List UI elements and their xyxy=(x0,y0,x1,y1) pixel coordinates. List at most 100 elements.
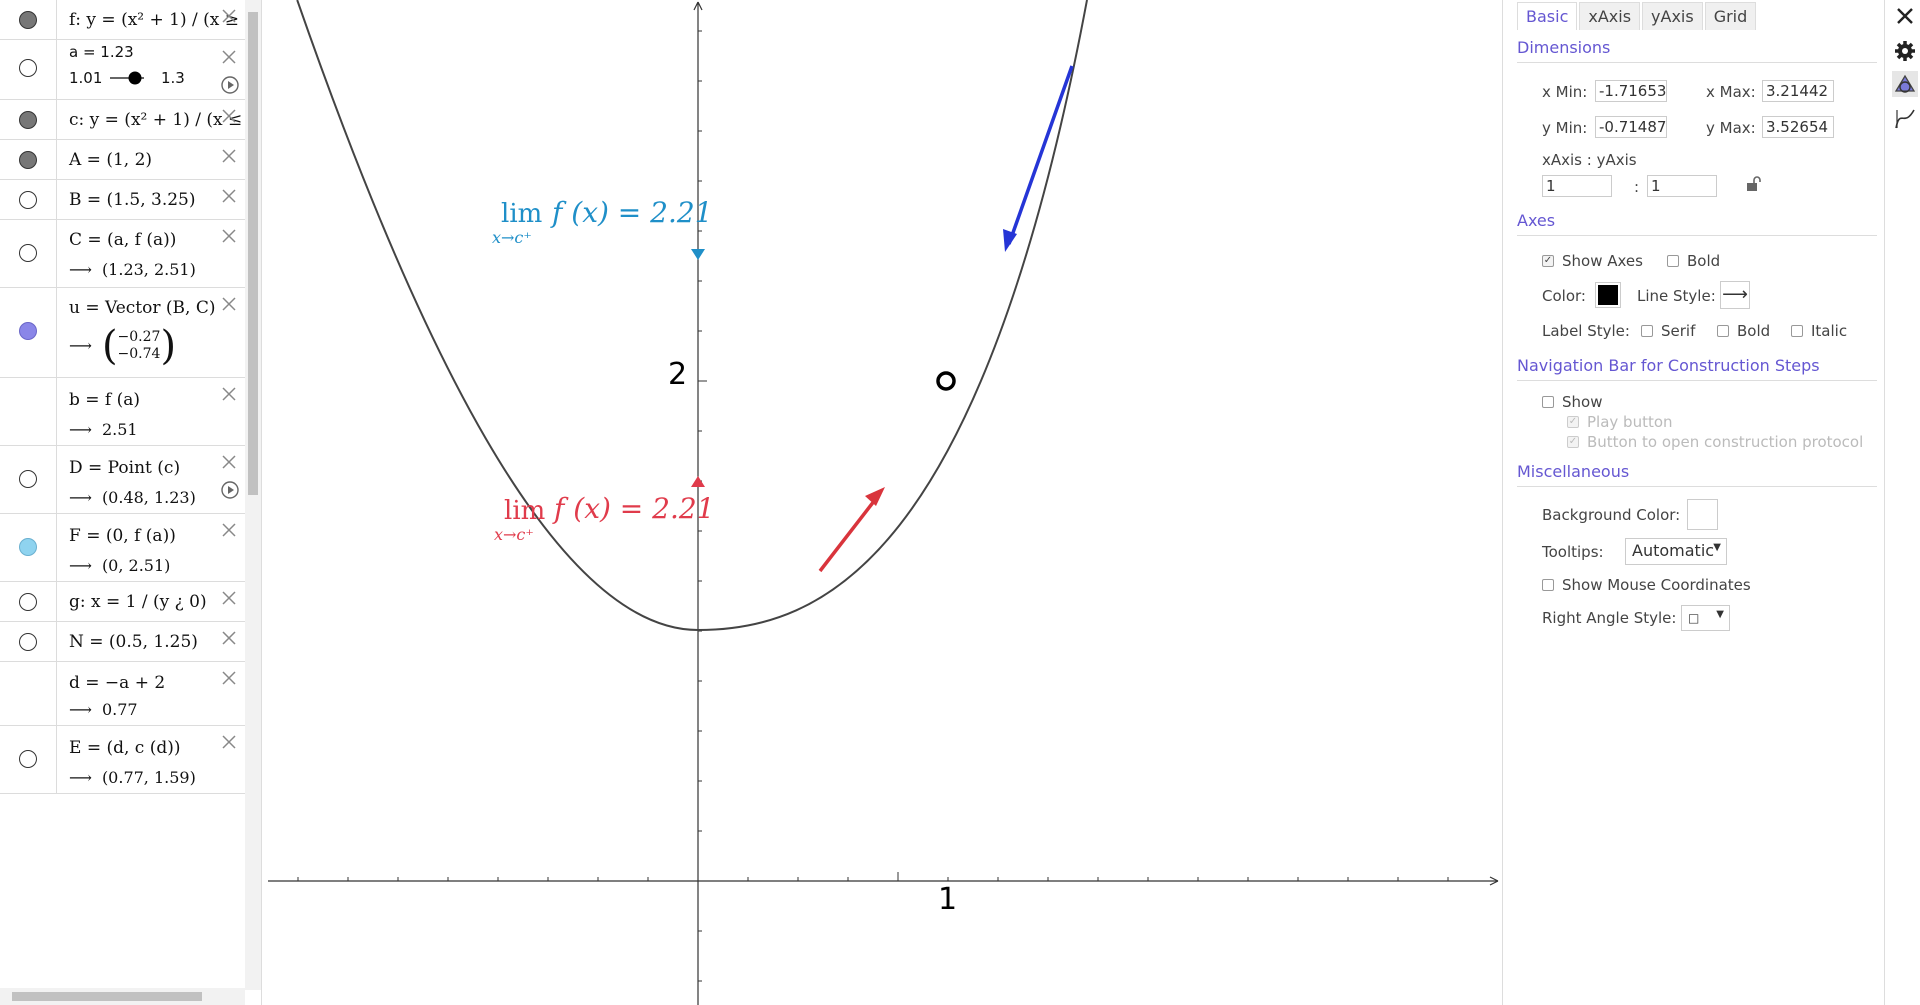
background-color-swatch[interactable] xyxy=(1687,499,1718,530)
x-max-field[interactable]: 3.21442 xyxy=(1762,80,1834,102)
algebra-row-d[interactable]: d = −a + 2 ⟶ 0.77 xyxy=(0,662,245,726)
algebra-row-f[interactable]: f: y = (x² + 1) / (x ≥ 1 xyxy=(0,0,255,40)
visibility-marble[interactable] xyxy=(19,470,37,488)
delete-icon[interactable] xyxy=(221,670,237,686)
algebra-row-A[interactable]: A = (1, 2) xyxy=(0,140,245,180)
vector-u-blue[interactable] xyxy=(1007,65,1074,245)
delete-icon[interactable] xyxy=(221,188,237,204)
algebra-row-u[interactable]: u = Vector (B, C) ⟶ (−0.27 −0.74) xyxy=(0,288,245,378)
algebra-definition[interactable]: u = Vector (B, C) xyxy=(69,298,215,318)
visibility-marble[interactable] xyxy=(19,151,37,169)
algebra-row-D[interactable]: D = Point (c) ⟶ (0.48, 1.23) xyxy=(0,446,245,514)
algebra-row-C[interactable]: C = (a, f (a)) ⟶ (1.23, 2.51) xyxy=(0,220,245,288)
y-max-label: y Max: xyxy=(1706,119,1756,137)
delete-icon[interactable] xyxy=(221,296,237,312)
limit-label-top[interactable]: lim x→c⁺ f (x) = 2.21 xyxy=(492,196,713,256)
delete-icon[interactable] xyxy=(221,49,237,65)
tooltips-dropdown[interactable]: Automatic ▼ xyxy=(1625,538,1727,565)
tab-basic[interactable]: Basic xyxy=(1517,2,1578,30)
ratio-y-field[interactable]: 1 xyxy=(1647,175,1717,197)
algebra-definition[interactable]: b = f (a) xyxy=(69,390,140,410)
visibility-marble[interactable] xyxy=(19,593,37,611)
gear-icon[interactable] xyxy=(1892,38,1918,64)
y-min-field[interactable]: -0.71487 xyxy=(1595,116,1667,138)
slider-track[interactable] xyxy=(108,70,148,86)
delete-icon[interactable] xyxy=(221,386,237,402)
play-icon[interactable] xyxy=(220,480,240,500)
unlock-icon[interactable] xyxy=(1744,175,1762,193)
algebra-horizontal-scrollbar[interactable] xyxy=(0,988,245,1005)
algebra-definition[interactable]: D = Point (c) xyxy=(69,458,180,478)
ratio-x-field[interactable]: 1 xyxy=(1542,175,1612,197)
visibility-marble[interactable] xyxy=(19,11,37,29)
delete-icon[interactable] xyxy=(221,454,237,470)
right-angle-style-dropdown[interactable]: □ ▼ xyxy=(1681,605,1730,631)
lim-text: lim xyxy=(504,496,546,526)
graphics-canvas[interactable] xyxy=(262,0,1502,1005)
visibility-marble[interactable] xyxy=(19,633,37,651)
tab-xaxis[interactable]: xAxis xyxy=(1579,2,1641,30)
tab-yaxis[interactable]: yAxis xyxy=(1642,2,1703,30)
show-navbar-checkbox[interactable] xyxy=(1542,396,1554,408)
algebra-definition[interactable]: d = −a + 2 xyxy=(69,673,165,693)
show-mouse-coords-checkbox[interactable] xyxy=(1542,579,1554,591)
algebra-row-E[interactable]: E = (d, c (d)) ⟶ (0.77, 1.59) xyxy=(0,726,245,794)
delete-icon[interactable] xyxy=(221,228,237,244)
algebra-value-text: (0.77, 1.59) xyxy=(101,768,196,787)
visibility-marble[interactable] xyxy=(19,59,37,77)
algebra-definition[interactable]: g: x = 1 / (y ¿ 0) xyxy=(69,592,207,612)
algebra-row-g[interactable]: g: x = 1 / (y ¿ 0) xyxy=(0,582,245,622)
delete-icon[interactable] xyxy=(221,630,237,646)
x-min-field[interactable]: -1.71653 xyxy=(1595,80,1667,102)
algebra-definition[interactable]: N = (0.5, 1.25) xyxy=(69,632,198,652)
algebra-row-F[interactable]: F = (0, f (a)) ⟶ (0, 2.51) xyxy=(0,514,245,582)
visibility-marble[interactable] xyxy=(19,750,37,768)
delete-icon[interactable] xyxy=(221,734,237,750)
y-max-field[interactable]: 3.52654 xyxy=(1762,116,1834,138)
graphics-properties-panel: Basic xAxis yAxis Grid Dimensions x Min:… xyxy=(1502,0,1920,1005)
algebra-definition[interactable]: A = (1, 2) xyxy=(69,150,152,170)
play-button-checkbox[interactable]: ✓ xyxy=(1567,416,1579,428)
algebra-row-c[interactable]: c: y = (x² + 1) / (x ≤ 1 xyxy=(0,100,258,140)
algebra-definition[interactable]: E = (d, c (d)) xyxy=(69,738,181,758)
visibility-marble[interactable] xyxy=(19,191,37,209)
tab-grid[interactable]: Grid xyxy=(1704,2,1757,30)
bold-axes-checkbox[interactable] xyxy=(1667,255,1679,267)
visibility-marble[interactable] xyxy=(19,244,37,262)
bold-label-checkbox[interactable] xyxy=(1717,325,1729,337)
algebra-definition[interactable]: a = 1.23 xyxy=(69,43,134,61)
graphics-settings-icon[interactable] xyxy=(1892,71,1918,97)
graphics-view[interactable]: 2 1 lim x→c⁺ f (x) = 2.21 lim x→c⁺ f (x)… xyxy=(262,0,1502,1005)
play-icon[interactable] xyxy=(220,75,240,95)
delete-icon[interactable] xyxy=(221,108,237,124)
algebra-row-b[interactable]: b = f (a) ⟶ 2.51 xyxy=(0,378,245,446)
scrollbar-thumb[interactable] xyxy=(12,992,202,1001)
delete-icon[interactable] xyxy=(221,8,237,24)
algebra-definition[interactable]: B = (1.5, 3.25) xyxy=(69,190,196,210)
scrollbar-thumb[interactable] xyxy=(248,12,258,495)
delete-icon[interactable] xyxy=(221,522,237,538)
algebra-definition[interactable]: F = (0, f (a)) xyxy=(69,526,176,546)
italic-checkbox[interactable] xyxy=(1791,325,1803,337)
show-axes-checkbox[interactable]: ✓ xyxy=(1542,255,1554,267)
algebra-settings-icon[interactable] xyxy=(1892,106,1918,132)
algebra-row-N[interactable]: N = (0.5, 1.25) xyxy=(0,622,245,662)
limit-label-bottom[interactable]: lim x→c⁺ f (x) = 2.21 xyxy=(494,492,715,552)
hollow-point[interactable] xyxy=(936,371,956,391)
algebra-row-slider-a[interactable]: a = 1.23 1.01 1.3 xyxy=(0,40,245,100)
algebra-row-B[interactable]: B = (1.5, 3.25) xyxy=(0,180,245,220)
y-min-label: y Min: xyxy=(1542,119,1588,137)
visibility-marble[interactable] xyxy=(19,322,37,340)
delete-icon[interactable] xyxy=(221,590,237,606)
line-style-button[interactable]: ⟶ xyxy=(1720,281,1750,309)
close-icon[interactable] xyxy=(1892,3,1918,29)
visibility-marble[interactable] xyxy=(19,538,37,556)
algebra-definition[interactable]: C = (a, f (a)) xyxy=(69,230,176,250)
open-protocol-checkbox[interactable]: ✓ xyxy=(1567,436,1579,448)
algebra-vertical-scrollbar[interactable] xyxy=(245,0,261,990)
delete-icon[interactable] xyxy=(221,148,237,164)
serif-checkbox[interactable] xyxy=(1641,325,1653,337)
visibility-marble[interactable] xyxy=(19,111,37,129)
vector-paren-right: ) xyxy=(160,323,177,369)
axis-color-swatch[interactable] xyxy=(1595,282,1621,308)
